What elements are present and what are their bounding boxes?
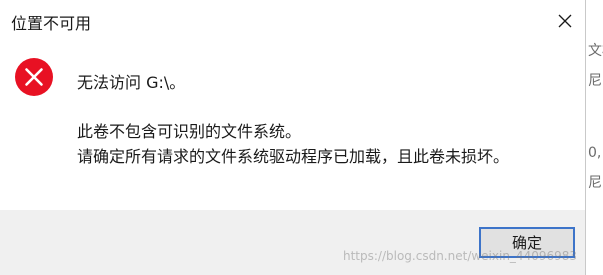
background-window-edge: 文相 尼 0, 尼	[586, 0, 603, 275]
background-text: 文相	[588, 43, 603, 59]
close-button[interactable]	[545, 4, 585, 38]
error-icon	[15, 58, 53, 96]
dialog-title: 位置不可用	[11, 14, 92, 33]
error-dialog: 位置不可用 无法访问 G:\。 此卷不包含可识别的文件系统。 请确定所有请求的文…	[0, 0, 586, 275]
error-message: 此卷不包含可识别的文件系统。 请确定所有请求的文件系统驱动程序已加载，且此卷未损…	[77, 119, 509, 169]
background-text: 尼	[588, 73, 602, 89]
ok-button[interactable]: 确定	[479, 227, 575, 258]
error-message-line: 请确定所有请求的文件系统驱动程序已加载，且此卷未损坏。	[77, 147, 510, 166]
background-text: 尼	[588, 175, 602, 191]
background-text: 0,	[588, 145, 602, 161]
error-headline: 无法访问 G:\。	[77, 73, 186, 92]
close-icon	[558, 14, 572, 28]
error-message-line: 此卷不包含可识别的文件系统。	[77, 122, 302, 141]
